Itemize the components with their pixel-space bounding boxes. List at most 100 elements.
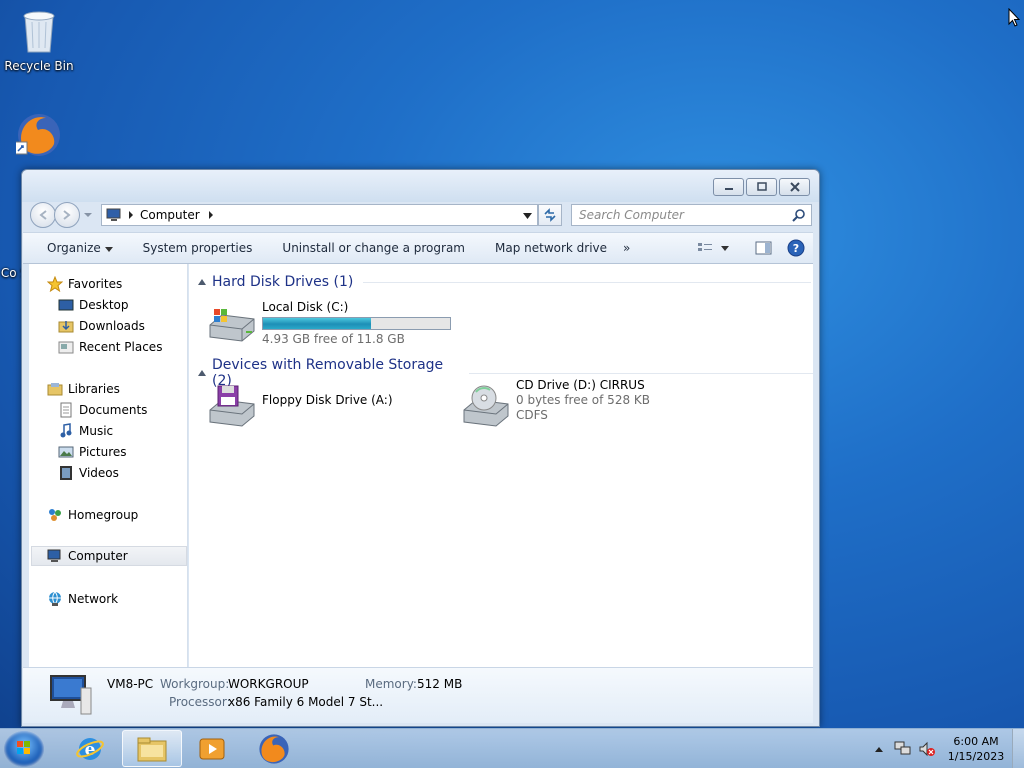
computer-icon (47, 548, 63, 564)
folder-icon (137, 737, 167, 761)
workgroup-label: Workgroup: (160, 677, 230, 691)
title-bar[interactable] (22, 170, 819, 202)
drive-a-name: Floppy Disk Drive (A:) (262, 393, 393, 407)
back-button[interactable] (30, 202, 56, 228)
nav-videos-label: Videos (79, 466, 119, 480)
help-icon[interactable]: ? (787, 239, 805, 257)
organize-button[interactable]: Organize (23, 241, 127, 255)
nav-recent-places[interactable]: Recent Places (58, 337, 162, 357)
memory-value: 512 MB (417, 677, 463, 691)
system-properties-button[interactable]: System properties (127, 241, 267, 255)
nav-network[interactable]: Network (47, 589, 118, 609)
forward-button[interactable] (54, 202, 80, 228)
recycle-bin-icon (1, 8, 77, 57)
navigation-pane: Favorites Desktop Downloads Recent Place… (29, 264, 188, 667)
address-bar[interactable]: Computer (101, 204, 538, 226)
close-button[interactable] (779, 178, 810, 196)
nav-desktop[interactable]: Desktop (58, 295, 129, 315)
clock[interactable]: 6:00 AM 1/15/2023 (940, 734, 1012, 764)
minimize-button[interactable] (713, 178, 744, 196)
nav-videos[interactable]: Videos (58, 463, 119, 483)
desktop-icon-firefox[interactable] (1, 112, 77, 163)
nav-recent-places-label: Recent Places (79, 340, 163, 354)
uninstall-program-button[interactable]: Uninstall or change a program (266, 241, 479, 255)
computer-icon (50, 675, 92, 715)
nav-computer[interactable]: Computer (31, 546, 187, 566)
memory-label: Memory: (365, 677, 417, 691)
drive-c-name: Local Disk (C:) (262, 300, 349, 314)
maximize-button[interactable] (746, 178, 777, 196)
svg-text:?: ? (793, 242, 799, 255)
address-dropdown-icon[interactable] (523, 213, 532, 219)
breadcrumb-arrow-icon[interactable] (208, 211, 214, 219)
nav-documents-label: Documents (79, 403, 148, 417)
content-area: Hard Disk Drives (1) Local Disk (C:) 4.9… (189, 264, 813, 667)
clock-date: 1/15/2023 (947, 750, 1005, 763)
start-button[interactable] (4, 731, 44, 767)
nav-desktop-label: Desktop (79, 298, 129, 312)
nav-documents[interactable]: Documents (58, 400, 147, 420)
show-hidden-icons-icon[interactable] (874, 745, 884, 753)
network-status-icon[interactable] (894, 741, 912, 757)
nav-downloads-label: Downloads (79, 319, 145, 333)
more-commands-button[interactable]: » (621, 241, 644, 255)
drive-floppy-a[interactable]: Floppy Disk Drive (A:) (208, 384, 393, 428)
breadcrumb-computer[interactable]: Computer (140, 208, 200, 222)
details-pane: VM8-PC Workgroup: WORKGROUP Memory: 512 … (23, 667, 813, 723)
drive-cd-d[interactable]: CD Drive (D:) CIRRUS 0 bytes free of 528… (462, 378, 650, 428)
command-bar: Organize System properties Uninstall or … (23, 232, 813, 264)
nav-libraries-label: Libraries (68, 382, 120, 396)
group-hard-disk-drives[interactable]: Hard Disk Drives (1) (198, 274, 812, 290)
processor-value: x86 Family 6 Model 7 St... (228, 695, 384, 709)
cd-drive-icon (463, 385, 509, 427)
libraries-icon (47, 381, 63, 397)
search-placeholder: Search Computer (579, 208, 684, 222)
drive-c-usage-fill (263, 318, 372, 329)
drive-c-usage-bar (262, 317, 451, 330)
taskbar-windows-explorer[interactable] (122, 730, 182, 767)
workgroup-value: WORKGROUP (228, 677, 309, 691)
map-network-drive-button[interactable]: Map network drive (479, 241, 621, 255)
desktop-icon (58, 297, 74, 313)
nav-computer-label: Computer (68, 549, 128, 563)
nav-homegroup-label: Homegroup (68, 508, 139, 522)
pictures-icon (58, 444, 74, 460)
drive-d-filesystem: CDFS (516, 408, 548, 422)
recent-pages-chevron-icon[interactable] (83, 211, 93, 219)
nav-favorites[interactable]: Favorites (47, 274, 122, 294)
nav-downloads[interactable]: Downloads (58, 316, 145, 336)
view-options-button[interactable] (697, 241, 729, 255)
chevron-down-icon (104, 247, 113, 252)
collapse-triangle-icon (198, 370, 206, 376)
refresh-button[interactable] (538, 204, 562, 226)
view-icon (698, 243, 712, 251)
media-player-icon (199, 738, 225, 759)
drive-local-disk-c[interactable]: Local Disk (C:) 4.93 GB free of 11.8 GB (208, 300, 451, 346)
downloads-folder-icon (58, 318, 74, 334)
nav-network-label: Network (68, 592, 119, 606)
collapse-triangle-icon (198, 279, 206, 285)
taskbar-media-player[interactable] (182, 730, 242, 767)
search-input[interactable]: Search Computer (571, 204, 812, 226)
volume-muted-icon[interactable] (918, 741, 936, 757)
system-tray: 6:00 AM 1/15/2023 (874, 729, 1024, 768)
nav-favorites-label: Favorites (68, 277, 123, 291)
preview-pane-icon[interactable] (755, 241, 773, 255)
taskbar-internet-explorer[interactable]: e (60, 730, 120, 767)
taskbar-firefox[interactable] (244, 730, 304, 767)
recent-places-icon (58, 339, 74, 355)
nav-pictures[interactable]: Pictures (58, 442, 127, 462)
nav-homegroup[interactable]: Homegroup (47, 505, 138, 525)
mouse-cursor-icon (1008, 8, 1020, 27)
taskbar: e 6:00 AM 1/15/2023 (0, 728, 1024, 768)
show-desktop-button[interactable] (1012, 729, 1024, 768)
breadcrumb-arrow-icon[interactable] (128, 211, 134, 219)
desktop-icon-label: Recycle Bin (4, 59, 74, 73)
nav-libraries[interactable]: Libraries (47, 379, 120, 399)
search-icon[interactable] (792, 208, 806, 222)
nav-music[interactable]: Music (58, 421, 113, 441)
desktop-icon-recycle-bin[interactable]: Recycle Bin (1, 8, 77, 73)
computer-icon (106, 208, 121, 221)
drive-d-name: CD Drive (D:) CIRRUS (516, 378, 645, 392)
drive-d-free-space: 0 bytes free of 528 KB (516, 393, 650, 407)
